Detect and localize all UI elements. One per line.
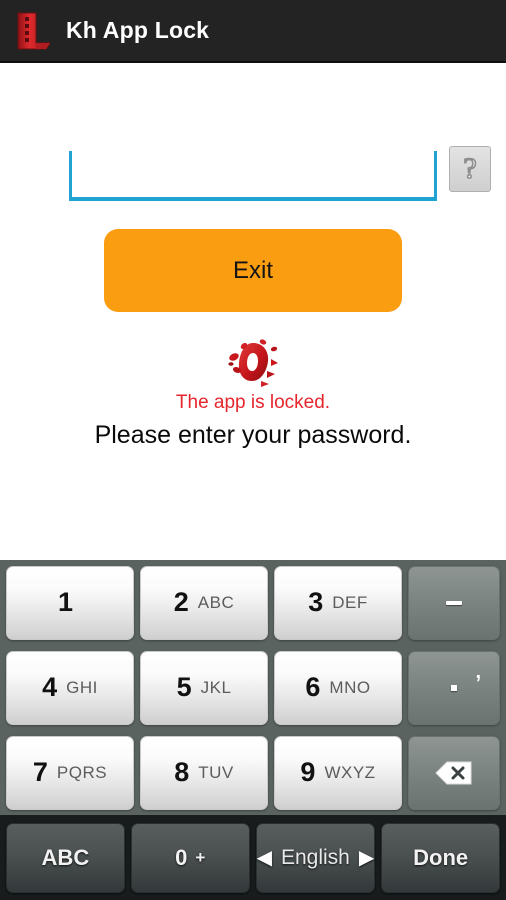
- key-digit: 7: [32, 757, 48, 787]
- password-row: ?: [0, 146, 506, 213]
- app-title: Kh App Lock: [66, 17, 210, 43]
- key-letters: ABC: [197, 592, 235, 612]
- language-key[interactable]: ◀ English ▶: [255, 822, 376, 893]
- dash-key[interactable]: [408, 565, 500, 640]
- backspace-icon: [435, 761, 472, 784]
- language-label: English: [280, 845, 350, 869]
- done-label: Done: [413, 844, 469, 870]
- keyboard-row-3: 7 PQRS 8 TUV 9 WXYZ: [0, 730, 506, 815]
- key-digit: 3: [308, 587, 324, 617]
- key-2[interactable]: 2 ABC: [140, 565, 268, 640]
- backspace-key[interactable]: [408, 735, 500, 810]
- locked-message: The app is locked.: [175, 392, 331, 413]
- keyboard-row-4: ABC 0 + ◀ English ▶ Done: [0, 815, 506, 900]
- period-icon: [451, 684, 457, 691]
- key-0[interactable]: 0 +: [130, 822, 250, 893]
- app-screen: Kh App Lock ? Exit The app is locked. Pl…: [0, 0, 506, 900]
- key-digit: 4: [42, 672, 58, 702]
- key-letters: PQRS: [56, 762, 108, 782]
- main-content: ? Exit The app is locked. Please enter y…: [0, 63, 506, 560]
- numeric-keyboard: 1 2 ABC 3 DEF 4 GHI 5 JKL 6 MNO , 7 PQRS…: [0, 560, 506, 900]
- key-5[interactable]: 5 JKL: [140, 650, 268, 725]
- keyboard-row-1: 1 2 ABC 3 DEF: [0, 560, 506, 645]
- key-letters: JKL: [200, 677, 232, 697]
- broken-lock-splatter-icon: [0, 335, 506, 391]
- title-bar: Kh App Lock: [0, 0, 506, 63]
- key-digit: 9: [300, 757, 316, 787]
- dash-icon: [446, 600, 462, 605]
- chevron-right-icon[interactable]: ▶: [359, 845, 374, 870]
- plus-label: +: [195, 847, 206, 867]
- key-8[interactable]: 8 TUV: [140, 735, 268, 810]
- key-4[interactable]: 4 GHI: [6, 650, 134, 725]
- key-7[interactable]: 7 PQRS: [6, 735, 134, 810]
- key-letters: WXYZ: [324, 762, 376, 782]
- abc-key[interactable]: ABC: [6, 822, 125, 893]
- help-button[interactable]: ?: [449, 146, 491, 192]
- key-digit: 6: [305, 672, 321, 702]
- app-lock-l-logo-icon: [12, 9, 52, 53]
- key-3[interactable]: 3 DEF: [274, 565, 402, 640]
- key-letters: GHI: [66, 677, 98, 697]
- key-letters: DEF: [332, 592, 368, 612]
- keyboard-row-2: 4 GHI 5 JKL 6 MNO ,: [0, 645, 506, 730]
- key-9[interactable]: 9 WXYZ: [274, 735, 402, 810]
- key-6[interactable]: 6 MNO: [274, 650, 402, 725]
- key-digit: 5: [176, 672, 192, 702]
- abc-label: ABC: [41, 844, 90, 870]
- comma-label: ,: [475, 660, 481, 683]
- password-input[interactable]: [69, 151, 437, 201]
- question-mark-icon: ?: [463, 152, 478, 185]
- prompt-message: Please enter your password.: [94, 421, 412, 449]
- exit-button[interactable]: Exit: [104, 229, 402, 312]
- punctuation-key[interactable]: ,: [408, 650, 500, 725]
- key-letters: TUV: [198, 762, 234, 782]
- chevron-left-icon[interactable]: ◀: [257, 845, 272, 870]
- done-key[interactable]: Done: [381, 822, 501, 893]
- key-digit: 8: [174, 757, 190, 787]
- key-letters: MNO: [329, 677, 371, 697]
- key-digit: 2: [173, 587, 189, 617]
- key-digit: 1: [57, 587, 74, 617]
- key-1[interactable]: 1: [6, 565, 134, 640]
- key-digit: 0: [175, 844, 188, 870]
